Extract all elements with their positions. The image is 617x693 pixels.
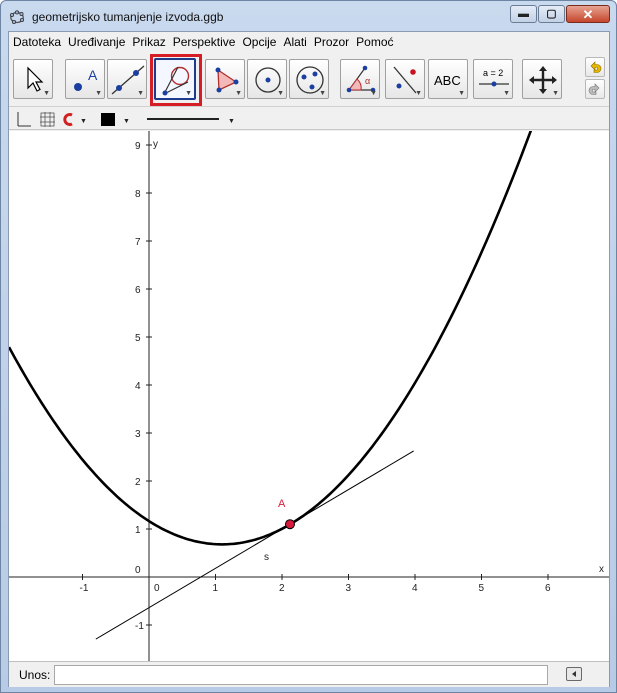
- y-tick-label: 4: [135, 381, 141, 392]
- maximize-button[interactable]: ▢: [538, 5, 565, 23]
- color-picker-button[interactable]: ▼: [101, 113, 130, 126]
- ellipse-tool-button[interactable]: ▼: [289, 59, 329, 99]
- reflect-tool-button[interactable]: ▼: [385, 59, 425, 99]
- geogebra-app-icon: [9, 10, 24, 24]
- point-a[interactable]: [284, 519, 295, 530]
- y-tick-label: 6: [135, 285, 141, 296]
- angle-tool-button[interactable]: α ▼: [340, 59, 380, 99]
- redo-button[interactable]: [585, 79, 605, 99]
- input-bar: Unos:: [9, 661, 609, 687]
- text-tool-label: ABC: [434, 73, 461, 88]
- style-bar: ▼ ▼ ▼: [9, 106, 609, 130]
- menu-alati[interactable]: Alati: [283, 35, 306, 49]
- slider-tool-label: a = 2: [483, 68, 503, 78]
- line-style-button[interactable]: ▼: [147, 118, 235, 125]
- x-tick-label: -1: [80, 583, 89, 594]
- menu-perspektive[interactable]: Perspektive: [173, 35, 236, 49]
- polygon-tool-button[interactable]: ▼: [205, 59, 245, 99]
- x-tick-label: 6: [545, 583, 551, 594]
- menu-prozor[interactable]: Prozor: [314, 35, 349, 49]
- point-a-label: A: [278, 498, 286, 510]
- axes-toggle-icon[interactable]: [17, 112, 31, 127]
- undo-icon: [590, 61, 602, 73]
- style-bar-icons: ▼ ▼ ▼: [17, 112, 235, 127]
- toolbar: ▼ A ▼ ▼ ▼ ▼ ▼ ▼ α ▼ ▼ ABC ▼ a = 2 ▼ ▼: [9, 53, 609, 106]
- y-tick-label: -1: [135, 621, 144, 632]
- menu-opcije[interactable]: Opcije: [242, 35, 276, 49]
- y-tick-label: 7: [135, 237, 141, 248]
- redo-icon: [588, 83, 600, 95]
- application-window: geometrijsko tumanjenje izvoda.ggb ▬ ▢ ✕…: [0, 0, 617, 693]
- close-button[interactable]: ✕: [566, 5, 610, 23]
- input-help-button[interactable]: [566, 667, 582, 681]
- minimize-icon: ▬: [518, 7, 529, 20]
- undo-button[interactable]: [585, 57, 605, 77]
- y-axis-label: y: [153, 139, 158, 150]
- x-tick-label: 5: [479, 583, 485, 594]
- y-tick-label: 3: [135, 429, 141, 440]
- window-title: geometrijsko tumanjenje izvoda.ggb: [32, 10, 224, 24]
- function-curve[interactable]: [9, 131, 609, 546]
- input-field[interactable]: [54, 665, 548, 685]
- client-area: Datoteka Uređivanje Prikaz Perspektive O…: [8, 31, 610, 687]
- slider-tool-button[interactable]: a = 2 ▼: [473, 59, 513, 99]
- point-tool-label: A: [88, 67, 98, 83]
- x-tick-label: 2: [279, 583, 285, 594]
- menu-pomoc[interactable]: Pomoć: [356, 35, 393, 49]
- x-tick-label: 3: [346, 583, 352, 594]
- selected-tool-highlight: [150, 54, 202, 106]
- move-view-tool-button[interactable]: ▼: [522, 59, 562, 99]
- tangent-line-label: s: [264, 552, 269, 563]
- angle-tool-label: α: [365, 76, 370, 86]
- svg-text:▼: ▼: [123, 118, 130, 125]
- y-tick-label: 8: [135, 189, 141, 200]
- triangle-left-icon: [572, 671, 576, 677]
- close-icon: ✕: [582, 6, 594, 22]
- point-tool-button[interactable]: A ▼: [65, 59, 105, 99]
- x-tick-label: 1: [213, 583, 219, 594]
- svg-text:▼: ▼: [80, 118, 87, 125]
- point-capturing-icon[interactable]: ▼: [63, 113, 87, 126]
- menu-prikaz[interactable]: Prikaz: [132, 35, 165, 49]
- y-tick-label: 1: [135, 525, 141, 536]
- x-axis-label: x: [599, 564, 604, 575]
- line-tool-button[interactable]: ▼: [107, 59, 147, 99]
- y-tick-label: 0: [135, 565, 141, 576]
- grid-toggle-icon[interactable]: [40, 112, 55, 127]
- input-label: Unos:: [19, 668, 51, 682]
- maximize-icon: ▢: [546, 7, 557, 20]
- tangent-line[interactable]: [95, 450, 414, 640]
- title-bar[interactable]: geometrijsko tumanjenje izvoda.ggb ▬ ▢ ✕: [1, 1, 616, 31]
- menu-bar: Datoteka Uređivanje Prikaz Perspektive O…: [9, 32, 609, 52]
- move-tool-button[interactable]: ▼: [13, 59, 53, 99]
- x-tick-label: 0: [154, 583, 160, 594]
- text-tool-button[interactable]: ABC ▼: [428, 59, 468, 99]
- menu-datoteka[interactable]: Datoteka: [13, 35, 61, 49]
- y-tick-label: 2: [135, 477, 141, 488]
- graphics-view[interactable]: x y -1 0 1 2 3 4 5 6 -1 0 1 2 3 4 5 6 7 8 9 s A: [9, 131, 609, 661]
- graphics-canvas[interactable]: x y -1 0 1 2 3 4 5 6 -1 0 1 2 3 4 5 6 7 8 9 s A: [9, 131, 609, 661]
- x-tick-label: 4: [412, 583, 418, 594]
- minimize-button[interactable]: ▬: [510, 5, 537, 23]
- y-tick-label: 9: [135, 141, 141, 152]
- menu-uredivanje[interactable]: Uređivanje: [68, 35, 125, 49]
- svg-text:▼: ▼: [228, 118, 235, 125]
- circle-tool-button[interactable]: ▼: [247, 59, 287, 99]
- y-tick-label: 5: [135, 333, 141, 344]
